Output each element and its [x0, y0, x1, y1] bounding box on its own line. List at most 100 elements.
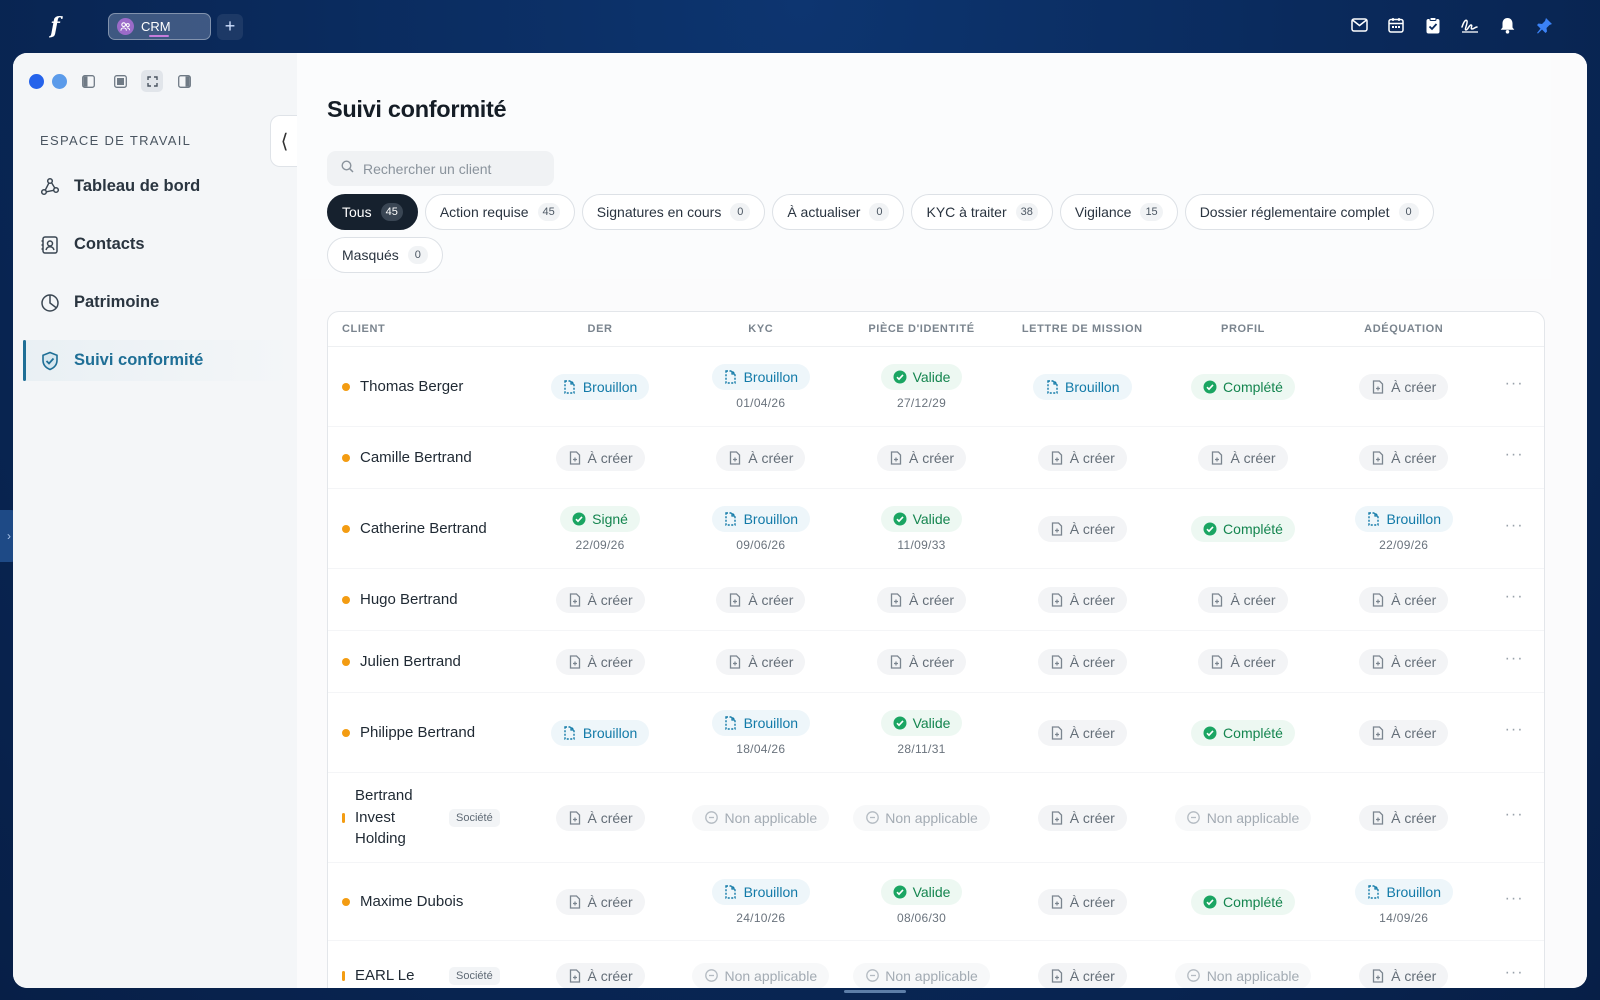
- window-dot-blue[interactable]: [29, 73, 44, 89]
- search-input[interactable]: [363, 160, 543, 177]
- status-pill[interactable]: Brouillon: [711, 505, 811, 532]
- status-pill[interactable]: À créer: [1037, 515, 1127, 542]
- client-cell[interactable]: Catherine Bertrand: [328, 520, 520, 537]
- client-cell[interactable]: Philippe Bertrand: [328, 724, 520, 741]
- search-box[interactable]: [327, 151, 554, 186]
- status-pill[interactable]: À créer: [716, 586, 806, 613]
- status-pill[interactable]: À créer: [1198, 444, 1288, 471]
- status-pill[interactable]: Brouillon: [1033, 373, 1132, 400]
- status-pill[interactable]: Non applicable: [1174, 962, 1312, 988]
- client-name[interactable]: Catherine Bertrand: [360, 520, 487, 537]
- client-name[interactable]: Hugo Bertrand: [360, 591, 458, 608]
- status-pill[interactable]: Brouillon: [1354, 878, 1453, 905]
- client-name[interactable]: Thomas Berger: [360, 378, 463, 395]
- status-pill[interactable]: À créer: [1359, 373, 1449, 400]
- filter-chip[interactable]: Masqués 0: [327, 237, 443, 273]
- more-actions-icon[interactable]: ···: [1505, 650, 1524, 668]
- bell-icon[interactable]: [1497, 15, 1517, 35]
- app-logo-icon[interactable]: f: [44, 14, 66, 38]
- more-actions-icon[interactable]: ···: [1505, 588, 1524, 606]
- sidebar-item-patrimoine[interactable]: Patrimoine: [23, 282, 297, 323]
- status-pill[interactable]: À créer: [1359, 719, 1449, 746]
- column-header[interactable]: DER: [520, 323, 681, 335]
- status-pill[interactable]: Non applicable: [692, 804, 830, 831]
- status-pill[interactable]: À créer: [1359, 804, 1449, 831]
- client-cell[interactable]: EARL Le Société: [328, 965, 520, 987]
- more-actions-icon[interactable]: ···: [1505, 806, 1524, 824]
- table-row[interactable]: Bertrand Invest Holding Société À créer Non…: [328, 773, 1544, 863]
- mail-icon[interactable]: [1349, 15, 1369, 35]
- sidebar-item-suivi-conformite[interactable]: Suivi conformité: [23, 340, 297, 381]
- status-pill[interactable]: Complété: [1191, 719, 1295, 746]
- more-actions-icon[interactable]: ···: [1505, 890, 1524, 908]
- status-pill[interactable]: Complété: [1191, 888, 1295, 915]
- table-row[interactable]: Julien Bertrand À créer À créer À créer À cr…: [328, 631, 1544, 693]
- status-pill[interactable]: Complété: [1191, 515, 1295, 542]
- filter-chip[interactable]: Action requise 45: [424, 194, 575, 230]
- client-cell[interactable]: Thomas Berger: [328, 378, 520, 395]
- more-actions-icon[interactable]: ···: [1505, 446, 1524, 464]
- more-actions-icon[interactable]: ···: [1505, 375, 1524, 393]
- sidebar-item-contacts[interactable]: Contacts: [23, 224, 297, 265]
- status-pill[interactable]: À créer: [1359, 962, 1449, 988]
- client-name[interactable]: EARL Le: [355, 965, 421, 987]
- tab-crm[interactable]: CRM: [108, 13, 211, 40]
- clipboard-check-icon[interactable]: [1423, 15, 1443, 35]
- column-header[interactable]: ADÉQUATION: [1323, 323, 1484, 335]
- column-header[interactable]: KYC: [680, 323, 841, 335]
- status-pill[interactable]: Brouillon: [1354, 505, 1453, 532]
- layout-left-panel-icon[interactable]: [77, 70, 99, 92]
- signature-icon[interactable]: [1460, 15, 1480, 35]
- status-pill[interactable]: À créer: [1037, 804, 1127, 831]
- column-header[interactable]: CLIENT: [328, 323, 520, 335]
- status-pill[interactable]: À créer: [1198, 586, 1288, 613]
- status-pill[interactable]: À créer: [716, 648, 806, 675]
- column-header[interactable]: LETTRE DE MISSION: [1002, 323, 1163, 335]
- status-pill[interactable]: À créer: [876, 444, 967, 471]
- client-cell[interactable]: Hugo Bertrand: [328, 591, 520, 608]
- more-actions-icon[interactable]: ···: [1505, 721, 1524, 739]
- collapse-sidebar-button[interactable]: ⟨: [270, 115, 298, 167]
- column-header[interactable]: PIÈCE D'IDENTITÉ: [841, 323, 1002, 335]
- status-pill[interactable]: À créer: [555, 962, 645, 988]
- client-cell[interactable]: Julien Bertrand: [328, 653, 520, 670]
- status-pill[interactable]: À créer: [1359, 648, 1449, 675]
- status-pill[interactable]: À créer: [1037, 444, 1127, 471]
- status-pill[interactable]: À créer: [555, 888, 645, 915]
- calendar-icon[interactable]: [1386, 15, 1406, 35]
- status-pill[interactable]: Non applicable: [853, 962, 990, 988]
- status-pill[interactable]: Valide: [880, 709, 963, 736]
- status-pill[interactable]: À créer: [555, 586, 645, 613]
- table-row[interactable]: Thomas Berger Brouillon Brouillon 01/04/26 V…: [328, 347, 1544, 427]
- horizontal-scrollbar[interactable]: [844, 990, 906, 993]
- window-dot-light-blue[interactable]: [52, 73, 67, 89]
- status-pill[interactable]: À créer: [555, 648, 645, 675]
- fullscreen-icon[interactable]: [141, 70, 163, 92]
- client-name[interactable]: Julien Bertrand: [360, 653, 461, 670]
- client-name[interactable]: Philippe Bertrand: [360, 724, 475, 741]
- status-pill[interactable]: Valide: [880, 505, 963, 532]
- filter-chip[interactable]: À actualiser 0: [772, 194, 905, 230]
- more-actions-icon[interactable]: ···: [1505, 517, 1524, 535]
- table-row[interactable]: Hugo Bertrand À créer À créer À créer À crée…: [328, 569, 1544, 631]
- status-pill[interactable]: Non applicable: [853, 804, 990, 831]
- layout-center-panel-icon[interactable]: [109, 70, 131, 92]
- filter-chip[interactable]: Vigilance 15: [1059, 194, 1178, 230]
- client-name[interactable]: Bertrand Invest Holding: [355, 785, 421, 850]
- status-pill[interactable]: Brouillon: [550, 373, 650, 400]
- status-pill[interactable]: À créer: [1037, 586, 1127, 613]
- status-pill[interactable]: À créer: [1037, 962, 1127, 988]
- status-pill[interactable]: À créer: [716, 444, 806, 471]
- more-actions-icon[interactable]: ···: [1505, 964, 1524, 982]
- client-cell[interactable]: Bertrand Invest Holding Société: [328, 785, 520, 850]
- status-pill[interactable]: À créer: [1037, 648, 1127, 675]
- status-pill[interactable]: À créer: [555, 804, 645, 831]
- status-pill[interactable]: À créer: [1359, 586, 1449, 613]
- status-pill[interactable]: Brouillon: [711, 709, 811, 736]
- add-tab-button[interactable]: +: [217, 14, 243, 40]
- status-pill[interactable]: À créer: [1037, 719, 1127, 746]
- pin-icon[interactable]: [1534, 15, 1554, 35]
- status-pill[interactable]: À créer: [1037, 888, 1127, 915]
- status-pill[interactable]: Non applicable: [692, 962, 830, 988]
- status-pill[interactable]: À créer: [555, 444, 645, 471]
